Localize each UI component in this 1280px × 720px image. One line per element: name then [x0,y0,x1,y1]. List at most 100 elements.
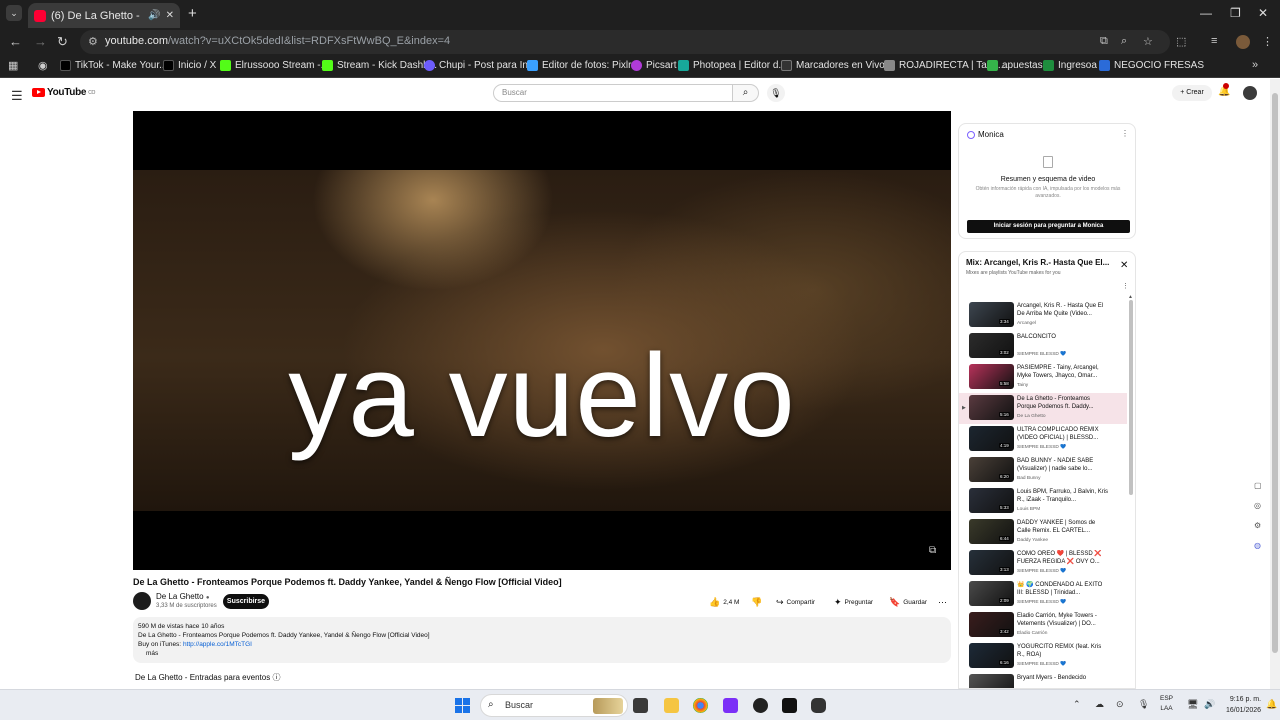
events-link[interactable]: De La Ghetto - Entradas para eventos ⓘ [135,672,280,683]
sidebar-tool-icon[interactable]: ▢ [1254,481,1262,490]
tray-app-icon[interactable]: ☁ [1095,699,1104,710]
app-icon-dark[interactable] [753,698,768,713]
install-app-icon[interactable]: ⧉ [1100,35,1108,48]
taskbar-clock[interactable]: 9:16 p. m. 16/01/2026 [1226,694,1261,716]
volume-icon[interactable]: 🔊 [1204,699,1215,710]
bookmark-ingresoa[interactable]: Ingresoa [1043,60,1097,71]
bookmark-pixlr[interactable]: Editor de fotos: Pixlr... [527,60,639,71]
apps-grid-icon[interactable]: ▦ [8,59,18,72]
taskbar-search[interactable]: ⌕ Buscar [480,694,628,717]
monica-menu-icon[interactable]: ⋮ [1121,129,1129,138]
close-tab-icon[interactable]: ✕ [166,10,174,21]
tray-overflow-icon[interactable]: ⌃ [1073,699,1081,710]
bookmark-apuestas[interactable]: apuestas [987,60,1043,71]
playlist-item[interactable]: 3:42 Eladio Carrión, Myke Towers - Veteme… [959,610,1127,641]
like-button[interactable]: 👍 2,4 M [709,595,739,609]
tray-mic-icon[interactable]: 🎙 [1138,699,1149,710]
close-window-button[interactable]: ✕ [1258,6,1268,20]
obs-icon[interactable] [811,698,826,713]
sidebar-tool-icon[interactable]: ⚙ [1254,521,1261,530]
playlist-item[interactable]: 6:16 YOGURCITO REMIX (feat. Kris R., ROA)… [959,641,1127,672]
bookmark-kick-dashboard[interactable]: Stream - Kick Dashb... [322,60,437,71]
minimize-button[interactable]: — [1200,6,1212,20]
file-explorer-icon[interactable] [664,698,679,713]
playlist-item[interactable]: 3:02 BALCONCITO SIEMPRE BLESSD 💙 [959,331,1127,362]
browser-menu-icon[interactable]: ⋮ [1262,35,1273,48]
search-input[interactable]: Buscar [493,84,733,102]
channel-avatar[interactable] [133,592,151,610]
start-windows-icon[interactable] [455,698,470,713]
page-scrollbar[interactable] [1270,79,1280,689]
ask-button[interactable]: ✦ Preguntar [834,595,873,609]
bookmark-chupi[interactable]: Chupi - Post para In... [424,60,536,71]
monica-sidebar-icon[interactable]: ◍ [1254,541,1261,550]
create-button[interactable]: + Crear [1172,85,1212,101]
back-button[interactable]: ← [9,34,22,49]
more-bookmarks-icon[interactable]: » [1252,59,1258,71]
bookmark-picsart[interactable]: Picsart [631,60,677,71]
playlist-item[interactable]: 3:13 COMO OREO ❤️ | BLESSD ❌ FUERZA REGID… [959,548,1127,579]
playlist-item[interactable]: 4:19 ULTRA COMPLICADO REMIX (VIDEO OFICIA… [959,424,1127,455]
chrome-icon[interactable] [693,698,708,713]
forward-button[interactable]: → [34,34,47,49]
zoom-icon[interactable]: ⌕ [1121,35,1127,48]
itunes-link[interactable]: http://apple.co/1MTcTGI [183,641,252,648]
new-tab-button[interactable]: + [188,5,197,22]
input-language[interactable]: ESP LAA [1160,694,1173,714]
tab-search-button[interactable]: ⌄ [6,5,22,21]
bookmark-star-icon[interactable]: ☆ [1143,35,1153,48]
notifications-icon[interactable]: 🔔 [1266,699,1277,710]
app-icon-triangle[interactable] [782,698,797,713]
voice-search-mic-icon[interactable]: 🎙 [767,84,785,102]
site-info-icon[interactable]: ⚙ [88,35,98,48]
playlist-item[interactable]: ▶ 5:16 De La Ghetto - Fronteamos Porque Po… [959,393,1127,424]
bookmark-tiktok[interactable]: TikTok - Make Your... [60,60,167,71]
hamburger-menu-icon[interactable]: ☰ [11,88,23,104]
maximize-button[interactable]: ❐ [1230,6,1241,20]
speaker-icon[interactable]: 🔊 [148,10,160,21]
network-icon[interactable]: 🖥 [1187,699,1198,710]
monica-login-button[interactable]: Iniciar sesión para preguntar a Monica [967,220,1130,233]
channel-name[interactable]: De La Ghetto ● [156,592,209,601]
bookmark-kick-stream[interactable]: Elrussooo Stream -... [220,60,329,71]
profile-avatar[interactable] [1236,35,1250,49]
playlist-item[interactable]: 5:58 PASIEMPRE - Tainy, Arcangel, Myke To… [959,362,1127,393]
bookmark-marcadores[interactable]: Marcadores en Vivo... [781,60,893,71]
playlist-title[interactable]: Mix: Arcangel, Kris R.- Hasta Que El... [966,258,1109,267]
app-icon-purple[interactable] [723,698,738,713]
reading-list-icon[interactable]: ≡ [1211,35,1217,47]
video-description[interactable]: 590 M de vistas hace 10 años De La Ghett… [133,617,951,663]
dislike-button[interactable]: 👎 [751,595,762,609]
playlist-item[interactable]: 2:09 👑 🌍 CONDENADO AL ÉXITO III: BLESSD |… [959,579,1127,610]
ambient-mode-icon[interactable]: ⧉ [929,545,936,556]
show-more-link[interactable]: más [146,649,946,658]
bookmark-x[interactable]: Inicio / X [163,60,216,71]
playlist-item[interactable]: 6:44 DADDY YANKEE | Somos de Calle Remix.… [959,517,1127,548]
close-playlist-icon[interactable]: ✕ [1120,260,1128,271]
address-bar[interactable]: ⚙ youtube.com/watch?v=uXCtOk5dedI&list=R… [80,30,1170,54]
playlist-menu-icon[interactable]: ⋮ [1122,282,1129,290]
bookmark-photopea[interactable]: Photopea | Editor d... [678,60,787,71]
notifications-bell-icon[interactable]: 🔔 [1218,83,1230,97]
subscribe-button[interactable]: Suscribirse [223,594,269,609]
playlist-item[interactable]: 3:34 Arcangel, Kris R. - Hasta Que El De … [959,300,1127,331]
sidebar-tool-icon[interactable]: ◎ [1254,501,1261,510]
account-avatar[interactable] [1243,86,1257,100]
search-button[interactable]: ⌕ [733,84,759,102]
playlist-item-thumbnail[interactable] [969,674,1014,688]
globe-icon[interactable]: ◉ [38,59,48,72]
extensions-icon[interactable]: ⬚ [1176,35,1186,48]
reload-button[interactable]: ↻ [57,34,68,50]
playlist-item[interactable]: 6:20 BAD BUNNY - NADIE SABE (Visualizer) … [959,455,1127,486]
active-tab[interactable]: (6) De La Ghetto - Frontea 🔊 ✕ [28,3,180,28]
playlist-item[interactable]: 5:33 Louis BPM, Farruko, J Balvin, Kris R… [959,486,1127,517]
youtube-logo[interactable]: YouTube CO [32,87,95,98]
more-actions-icon[interactable]: ⋯ [938,595,947,609]
playlist-scrollbar[interactable] [1129,300,1133,495]
task-view-icon[interactable] [633,698,648,713]
video-player[interactable]: ya vuelvo ⧉ [133,111,951,570]
tray-app-icon[interactable]: ⊙ [1116,699,1124,710]
bookmark-negocio-fresas[interactable]: NEGOCIO FRESAS [1099,60,1204,71]
save-button[interactable]: 🔖 Guardar [889,595,927,609]
playlist-item[interactable]: Bryant Myers - BendecidoBryant Myers [959,672,1127,688]
